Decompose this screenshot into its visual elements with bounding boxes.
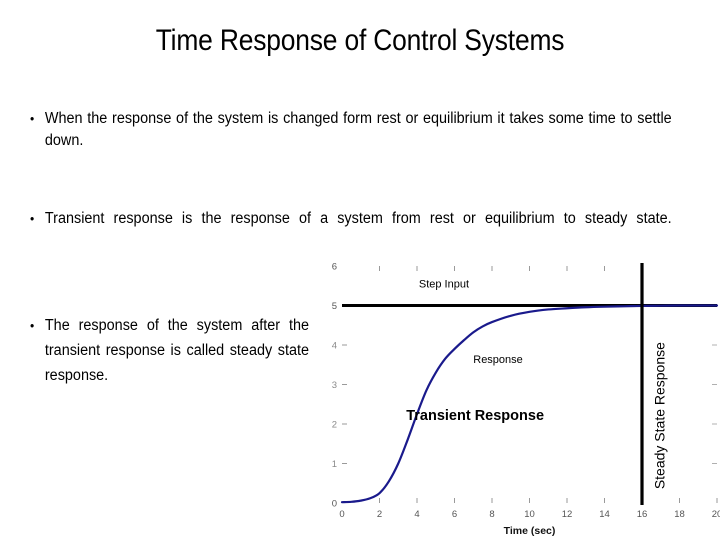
x-tick-label: 10 [524, 509, 535, 520]
response-label: Response [473, 354, 523, 366]
y-tick-label: 4 [332, 341, 337, 352]
y-tick-label: 2 [332, 420, 337, 431]
bullet-item-3: • The response of the system after the t… [30, 313, 309, 413]
x-tick-label: 0 [339, 509, 344, 520]
x-tick-label: 4 [414, 509, 419, 520]
steady-state-response-label: Steady State Response [652, 342, 668, 489]
x-tick-label: 8 [489, 509, 494, 520]
bullet-marker: • [30, 318, 35, 333]
y-tick-label: 3 [332, 380, 337, 391]
x-axis-title: Time (sec) [504, 525, 556, 537]
page-title: Time Response of Control Systems [155, 24, 565, 57]
y-tick-label: 5 [332, 301, 337, 312]
x-tick-label: 6 [452, 509, 457, 520]
bullet-text-2: Transient response is the response of a … [44, 210, 672, 227]
bullet-text-3: The response of the system after the tra… [44, 317, 309, 384]
bullet-text-1: When the response of the system is chang… [44, 110, 672, 149]
x-tick-label: 16 [637, 509, 648, 520]
bullet-marker: • [30, 111, 35, 126]
y-tick-label: 1 [332, 459, 337, 470]
x-tick-label: 14 [599, 509, 610, 520]
time-response-chart: 0 1 2 3 4 5 6 0 2 4 6 8 10 12 14 16 18 20 Step Input Respon… [325, 255, 720, 540]
step-input-label: Step Input [419, 279, 469, 291]
x-tick-label: 18 [674, 509, 685, 520]
x-tick-label: 20 [712, 509, 720, 520]
y-tick-label: 0 [332, 499, 337, 510]
x-tick-label: 2 [377, 509, 382, 520]
transient-response-label: Transient Response [406, 408, 544, 424]
y-tick-label: 6 [332, 262, 337, 273]
bullet-marker: • [30, 211, 35, 226]
x-tick-label: 12 [562, 509, 573, 520]
bullet-item-2: • Transient response is the response of … [30, 208, 672, 252]
bullet-item-1: • When the response of the system is cha… [30, 108, 672, 174]
